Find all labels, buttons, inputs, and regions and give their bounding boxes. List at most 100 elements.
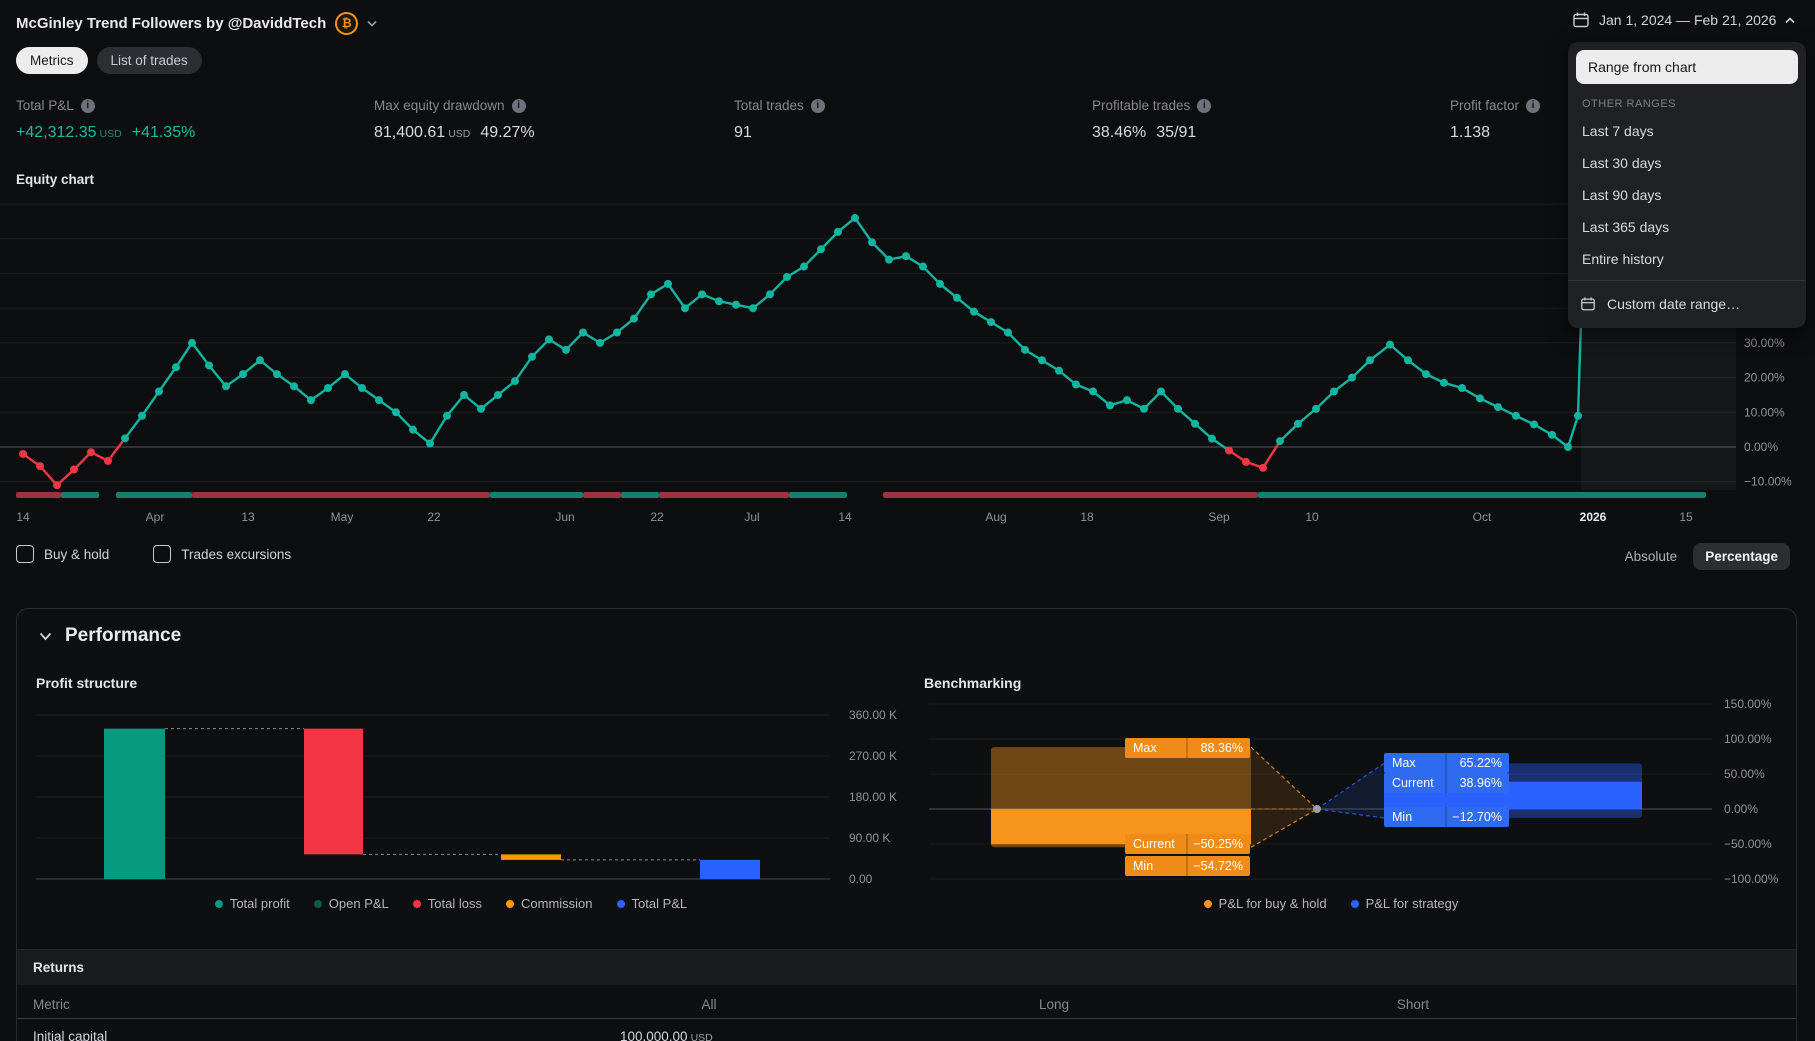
svg-text:150.00%: 150.00% xyxy=(1724,699,1772,711)
menu-item-last-365-days[interactable]: Last 365 days xyxy=(1568,211,1806,243)
checkbox-box[interactable] xyxy=(153,545,171,563)
svg-text:14: 14 xyxy=(16,510,30,524)
svg-text:−12.70%: −12.70% xyxy=(1452,810,1502,824)
svg-text:30.00%: 30.00% xyxy=(1744,336,1785,350)
paid-script-coin-icon: ₿ xyxy=(335,12,358,35)
chevron-down-icon[interactable] xyxy=(367,20,377,27)
svg-text:50.00%: 50.00% xyxy=(1724,767,1765,781)
svg-text:−10.00%: −10.00% xyxy=(1744,475,1792,489)
date-range-menu: Range from chart OTHER RANGES Last 7 day… xyxy=(1568,42,1806,328)
menu-item-last-30-days[interactable]: Last 30 days xyxy=(1568,147,1806,179)
svg-text:0.00%: 0.00% xyxy=(1724,802,1758,816)
stat-profitable-trades: Profitable tradesi38.46%35/91 xyxy=(1092,98,1211,142)
legend-item[interactable]: Commission xyxy=(506,896,593,911)
svg-text:100.00%: 100.00% xyxy=(1724,732,1772,746)
legend-dot xyxy=(314,900,322,908)
stat-total-trades: Total trades i 91 xyxy=(734,98,825,142)
trades-excursions-checkbox[interactable]: Trades excursions xyxy=(153,545,291,563)
stat-label: Total P&L xyxy=(16,98,74,113)
checkbox-box[interactable] xyxy=(16,545,34,563)
svg-text:13: 13 xyxy=(241,510,255,524)
legend-label: Total loss xyxy=(428,896,482,911)
info-icon[interactable]: i xyxy=(512,99,526,113)
menu-group-label: OTHER RANGES xyxy=(1568,88,1806,115)
svg-text:Apr: Apr xyxy=(146,510,165,524)
svg-text:38.96%: 38.96% xyxy=(1460,776,1502,790)
svg-text:18: 18 xyxy=(1080,510,1094,524)
returns-title: Returns xyxy=(33,960,84,975)
svg-text:10.00%: 10.00% xyxy=(1744,405,1785,419)
stat-value: 1.138 xyxy=(1450,124,1540,142)
performance-card: Performance Profit structure Benchmarkin… xyxy=(16,608,1797,1041)
svg-text:0.00: 0.00 xyxy=(849,872,873,886)
menu-divider xyxy=(1568,280,1806,281)
absolute-mode-button[interactable]: Absolute xyxy=(1625,549,1678,564)
date-range-button[interactable]: Jan 1, 2024 — Feb 21, 2026 xyxy=(1572,11,1795,29)
legend-label: P&L for buy & hold xyxy=(1219,896,1327,911)
svg-text:Jun: Jun xyxy=(555,510,574,524)
info-icon[interactable]: i xyxy=(1526,99,1540,113)
svg-text:Sep: Sep xyxy=(1208,510,1230,524)
svg-text:Aug: Aug xyxy=(985,510,1006,524)
legend-dot xyxy=(1351,900,1359,908)
column-header-long: Long xyxy=(1039,997,1069,1012)
svg-text:Min: Min xyxy=(1133,859,1153,873)
legend-item[interactable]: Total profit xyxy=(215,896,290,911)
svg-text:22: 22 xyxy=(427,510,441,524)
performance-title: Performance xyxy=(65,625,181,647)
menu-item-last-7-days[interactable]: Last 7 days xyxy=(1568,115,1806,147)
chart-overlay-toggles: Buy & hold Trades excursions xyxy=(16,545,291,563)
buy-hold-checkbox[interactable]: Buy & hold xyxy=(16,545,109,563)
table-row-value-all: 100,000.00USD xyxy=(620,1029,713,1041)
legend-label: Total profit xyxy=(230,896,290,911)
svg-text:Max: Max xyxy=(1133,741,1157,755)
benchmarking-chart[interactable]: 150.00%100.00%50.00%0.00%−50.00%−100.00%… xyxy=(921,699,1815,891)
stat-value: 91 xyxy=(734,124,825,142)
svg-text:Oct: Oct xyxy=(1473,510,1492,524)
legend-item[interactable]: Total P&L xyxy=(617,896,688,911)
svg-text:360.00 K: 360.00 K xyxy=(849,708,897,722)
svg-text:Jul: Jul xyxy=(744,510,759,524)
svg-text:20.00%: 20.00% xyxy=(1744,371,1785,385)
equity-chart[interactable]: 30.00%20.00%10.00%0.00%−10.00%14Apr13May… xyxy=(0,196,1815,532)
tab-list-of-trades[interactable]: List of trades xyxy=(97,47,202,74)
table-row-metric: Initial capital xyxy=(33,1029,107,1041)
profit-structure-chart[interactable]: 360.00 K270.00 K180.00 K90.00 K0.00 xyxy=(31,699,936,891)
legend-item[interactable]: P&L for strategy xyxy=(1351,896,1459,911)
tab-metrics[interactable]: Metrics xyxy=(16,47,88,74)
legend-item[interactable]: P&L for buy & hold xyxy=(1204,896,1327,911)
trades-excursions-label: Trades excursions xyxy=(181,547,291,562)
benchmarking-legend: P&L for buy & hold P&L for strategy xyxy=(921,896,1741,911)
svg-text:−50.25%: −50.25% xyxy=(1193,837,1243,851)
stat-max-equity-drawdown: Max equity drawdowni81,400.61USD49.27% xyxy=(374,98,535,142)
svg-text:−54.72%: −54.72% xyxy=(1193,859,1243,873)
returns-section-header[interactable]: Returns xyxy=(17,949,1796,985)
initial-capital-value: 100,000.00 xyxy=(620,1029,688,1041)
stat-value: +42,312.35USD+41.35% xyxy=(16,124,195,142)
percentage-mode-button[interactable]: Percentage xyxy=(1693,543,1790,570)
legend-label: Commission xyxy=(521,896,593,911)
menu-item-last-90-days[interactable]: Last 90 days xyxy=(1568,179,1806,211)
menu-items: Last 7 daysLast 30 daysLast 90 daysLast … xyxy=(1568,115,1806,275)
benchmarking-title: Benchmarking xyxy=(924,675,1021,691)
info-icon[interactable]: i xyxy=(81,99,95,113)
info-icon[interactable]: i xyxy=(811,99,825,113)
performance-header[interactable]: Performance xyxy=(39,625,181,647)
info-icon[interactable]: i xyxy=(1197,99,1211,113)
legend-label: P&L for strategy xyxy=(1366,896,1459,911)
svg-text:10: 10 xyxy=(1305,510,1319,524)
custom-date-range-label: Custom date range… xyxy=(1607,296,1740,312)
menu-item-range-from-chart[interactable]: Range from chart xyxy=(1576,50,1798,84)
legend-item[interactable]: Open P&L xyxy=(314,896,389,911)
stat-label: Profit factor xyxy=(1450,98,1519,113)
stat-label: Total trades xyxy=(734,98,804,113)
menu-item-custom-date-range[interactable]: Custom date range… xyxy=(1568,286,1806,322)
chevron-down-icon[interactable] xyxy=(39,632,52,641)
legend-item[interactable]: Total loss xyxy=(413,896,482,911)
menu-item-entire-history[interactable]: Entire history xyxy=(1568,243,1806,275)
legend-dot xyxy=(617,900,625,908)
calendar-icon xyxy=(1580,296,1596,312)
svg-text:−100.00%: −100.00% xyxy=(1724,872,1779,886)
column-header-metric: Metric xyxy=(33,997,70,1012)
strategy-title-bar[interactable]: McGinley Trend Followers by @DaviddTech … xyxy=(16,12,377,35)
